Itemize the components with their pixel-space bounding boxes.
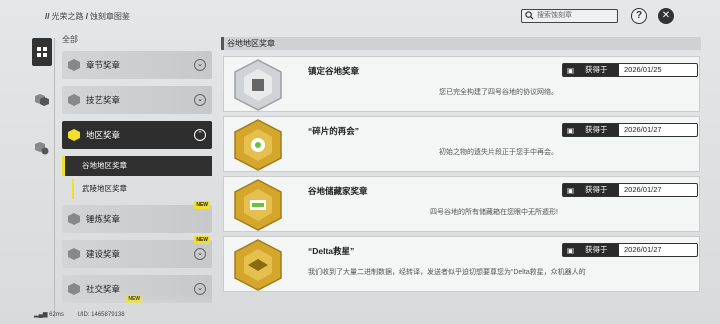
- obtained-date: 2026/01/25: [624, 65, 662, 74]
- rail-grid-button[interactable]: [32, 38, 52, 66]
- chevron-down-icon: ⌄: [194, 248, 206, 260]
- ping-value: 62ms: [49, 312, 64, 318]
- medal-stack-icon: ▣: [567, 66, 575, 75]
- medal-stack-icon: [35, 94, 49, 106]
- obtained-date: 2026/01/27: [624, 125, 662, 134]
- chevron-up-icon: ⌃: [194, 129, 206, 141]
- category-label: 技艺奖章: [86, 95, 121, 105]
- breadcrumb-path-1[interactable]: 光荣之路: [51, 12, 83, 21]
- medal-desc: 初始之物的遗失片段正于您手中再会。: [439, 149, 558, 156]
- sub-item-valley[interactable]: 谷地地区奖章: [62, 156, 212, 176]
- left-rail: [32, 38, 54, 182]
- build-medal-icon: [68, 248, 80, 260]
- close-icon: ✕: [661, 10, 671, 21]
- rail-medal-button[interactable]: [32, 86, 52, 114]
- gold-medal-icon: [234, 179, 282, 231]
- region-medal-icon: [68, 129, 80, 141]
- all-label[interactable]: 全部: [62, 34, 212, 45]
- obtained-badge: ▣ 获得于 2026/01/27: [562, 123, 698, 137]
- category-build[interactable]: 建设奖章 NEW ⌄: [62, 236, 212, 268]
- rail-collection-button[interactable]: [32, 134, 52, 162]
- search-input[interactable]: 搜索蚀刻章: [521, 9, 618, 23]
- medal-desc: 我们收到了大量二进制数据，经转译，发送者似乎迫切想要尊您为“Delta救星，众机…: [308, 269, 586, 276]
- category-training[interactable]: 锤炼奖章 NEW: [62, 201, 212, 233]
- medal-card[interactable]: “碎片的再会” 初始之物的遗失片段正于您手中再会。 ▣ 获得于 2026/01/2…: [223, 116, 700, 172]
- uid-text: UID: 1465879138: [77, 312, 125, 318]
- grid-icon: [37, 47, 47, 57]
- search-icon: [525, 11, 534, 25]
- obtained-date: 2026/01/27: [624, 185, 662, 194]
- category-label: 章节奖章: [86, 60, 121, 70]
- section-title: 谷地地区奖章: [221, 37, 701, 50]
- medal-desc: 您已完全构建了四号谷地的协议网络。: [439, 89, 558, 96]
- medal-name: “碎片的再会”: [308, 126, 360, 136]
- chevron-down-icon: ⌄: [194, 94, 206, 106]
- obtained-date: 2026/01/27: [624, 245, 662, 254]
- medal-stack-icon: ▣: [567, 186, 575, 195]
- medal-card[interactable]: 镇定谷地奖章 您已完全构建了四号谷地的协议网络。 ▣ 获得于 2026/01/25: [223, 56, 700, 112]
- obtained-badge: ▣ 获得于 2026/01/27: [562, 243, 698, 257]
- signal-icon: ▂▄▆: [34, 312, 48, 318]
- category-skill[interactable]: 技艺奖章 ⌄: [62, 86, 212, 114]
- new-badge: NEW: [194, 201, 210, 209]
- medal-stack-icon: ▣: [567, 246, 575, 255]
- rail-divider: [54, 38, 55, 318]
- obtained-label: 获得于: [585, 125, 608, 134]
- chapter-medal-icon: [68, 59, 80, 71]
- silver-medal-icon: [234, 59, 282, 111]
- gold-medal-icon: [234, 119, 282, 171]
- obtained-label: 获得于: [585, 245, 608, 254]
- medal-card[interactable]: “Delta救星” 我们收到了大量二进制数据，经转译，发送者似乎迫切想要尊您为“…: [223, 236, 700, 292]
- help-icon: ?: [635, 10, 643, 21]
- search-placeholder: 搜索蚀刻章: [537, 12, 572, 19]
- category-label: 地区奖章: [86, 130, 121, 140]
- sub-item-wuling[interactable]: 武陵地区奖章: [62, 179, 212, 199]
- top-bar: //光荣之路 / 蚀刻章图鉴 搜索蚀刻章 ? ✕: [0, 0, 720, 34]
- training-medal-icon: [68, 213, 80, 225]
- obtained-badge: ▣ 获得于 2026/01/25: [562, 63, 698, 77]
- medal-stack-icon: ▣: [567, 126, 575, 135]
- category-list: 全部 章节奖章 ⌄ 技艺奖章 ⌄ 地区奖章 ⌃ 谷地地区奖章 武陵地区奖章 锤炼…: [62, 34, 212, 310]
- obtained-badge: ▣ 获得于 2026/01/27: [562, 183, 698, 197]
- category-region[interactable]: 地区奖章 ⌃: [62, 121, 212, 149]
- medal-desc: 四号谷地的所有储藏箱在您眼中无所遁形!: [430, 209, 558, 216]
- new-badge: NEW: [194, 236, 210, 244]
- breadcrumb: //光荣之路 / 蚀刻章图鉴: [45, 12, 130, 21]
- chevron-down-icon: ⌄: [194, 59, 206, 71]
- category-label: 锤炼奖章: [86, 214, 121, 224]
- category-chapter[interactable]: 章节奖章 ⌄: [62, 51, 212, 79]
- obtained-label: 获得于: [585, 65, 608, 74]
- obtained-label: 获得于: [585, 185, 608, 194]
- medal-card[interactable]: 谷地储藏家奖章 四号谷地的所有储藏箱在您眼中无所遁形! ▣ 获得于 2026/01…: [223, 176, 700, 232]
- skill-medal-icon: [68, 94, 80, 106]
- breadcrumb-path-2: 蚀刻章图鉴: [89, 12, 130, 21]
- status-footer: ▂▄▆ 62ms UID: 1465879138: [34, 311, 125, 318]
- help-button[interactable]: ?: [631, 8, 647, 24]
- list-fade: [62, 294, 212, 324]
- category-label: 建设奖章: [86, 249, 121, 259]
- gold-medal-icon: [234, 239, 282, 291]
- medal-name: 镇定谷地奖章: [308, 66, 360, 76]
- medal-name: “Delta救星”: [308, 246, 355, 256]
- medal-name: 谷地储藏家奖章: [308, 186, 368, 196]
- close-button[interactable]: ✕: [658, 8, 674, 24]
- collection-icon: [35, 142, 49, 155]
